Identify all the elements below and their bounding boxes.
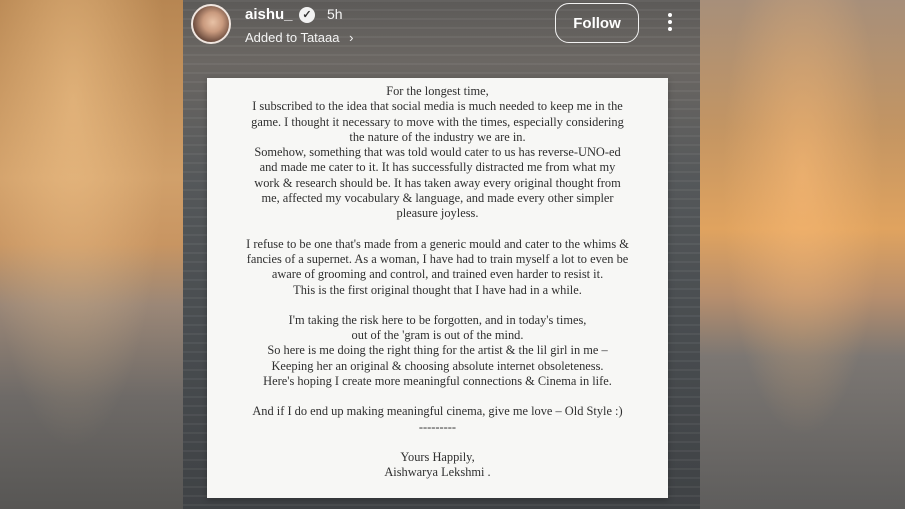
signoff-line: Yours Happily, — [400, 449, 475, 464]
note-paragraph-2: I refuse to be one that's made from a ge… — [215, 237, 660, 298]
chevron-right-icon: › — [349, 30, 354, 45]
text-note-card: For the longest time, I subscribed to th… — [207, 78, 668, 498]
note-line: Here's hoping I create more meaningful c… — [263, 374, 612, 389]
added-to-name: Tataaa — [300, 30, 340, 45]
note-line: Somehow, something that was told would c… — [254, 145, 621, 160]
note-line: game. I thought it necessary to move wit… — [251, 114, 624, 129]
avatar[interactable] — [191, 4, 231, 44]
note-line: I refuse to be one that's made from a ge… — [246, 236, 629, 251]
note-signoff: Yours Happily, Aishwarya Lekshmi . — [215, 450, 660, 481]
note-line: So here is me doing the right thing for … — [267, 343, 608, 358]
note-line: work & research should be. It has taken … — [254, 175, 621, 190]
note-line: out of the 'gram is out of the mind. — [351, 328, 524, 343]
note-paragraph-4: And if I do end up making meaningful cin… — [215, 404, 660, 435]
note-line: And if I do end up making meaningful cin… — [252, 404, 623, 419]
follow-button[interactable]: Follow — [555, 3, 639, 43]
note-line: Keeping her an original & choosing absol… — [271, 358, 604, 373]
note-line: pleasure joyless. — [396, 206, 479, 221]
background-left — [0, 0, 183, 509]
username[interactable]: aishu_ — [245, 6, 293, 23]
note-line: For the longest time, — [386, 84, 489, 98]
note-paragraph-1: For the longest time, I subscribed to th… — [215, 84, 660, 222]
note-line: me, affected my vocabulary & language, a… — [261, 191, 614, 206]
verified-badge-icon: ✓ — [299, 7, 315, 23]
added-to-prefix: Added to — [245, 30, 298, 45]
note-line: the nature of the industry we are in. — [349, 129, 526, 144]
note-line: I subscribed to the idea that social med… — [252, 99, 623, 114]
note-line: --------- — [418, 419, 457, 434]
more-vertical-icon[interactable] — [665, 10, 675, 36]
background-right — [700, 0, 905, 509]
time-ago: 5h — [327, 6, 343, 22]
note-line: and made me cater to it. It has successf… — [259, 160, 616, 175]
note-line: I'm taking the risk here to be forgotten… — [288, 312, 587, 327]
signoff-line: Aishwarya Lekshmi . — [384, 465, 491, 480]
note-line: fancies of a supernet. As a woman, I hav… — [246, 251, 629, 266]
story-header: aishu_ ✓ 5h Added to Tataaa › Follow — [183, 0, 700, 62]
note-line: aware of grooming and control, and train… — [271, 267, 604, 282]
added-to-link[interactable]: Added to Tataaa › — [245, 30, 353, 45]
note-paragraph-3: I'm taking the risk here to be forgotten… — [215, 313, 660, 389]
story-viewer: aishu_ ✓ 5h Added to Tataaa › Follow For… — [183, 0, 700, 509]
note-line: This is the first original thought that … — [293, 282, 582, 297]
